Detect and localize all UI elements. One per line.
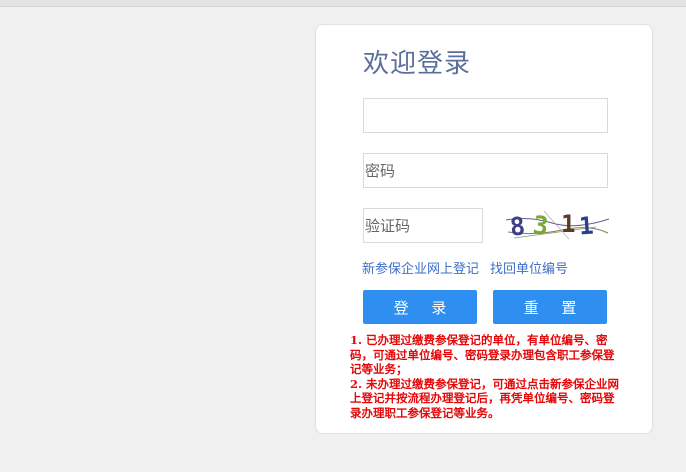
notice-item-1: 1. 已办理过缴费参保登记的单位，有单位编号、密码，可通过单位编号、密码登录办理… [350, 333, 615, 376]
captcha-image[interactable]: 8 3 1 1 8311 [504, 205, 611, 243]
captcha-char: 8 [508, 211, 526, 241]
reset-button[interactable]: 重 置 [493, 290, 607, 324]
register-link[interactable]: 新参保企业网上登记 [362, 262, 479, 277]
recover-unit-number-link[interactable]: 找回单位编号 [490, 262, 568, 277]
login-button[interactable]: 登 录 [363, 290, 477, 324]
notice-text: 1. 已办理过缴费参保登记的单位，有单位编号、密码，可通过单位编号、密码登录办理… [350, 333, 620, 420]
captcha-char: 1 [561, 210, 575, 238]
login-card: 欢迎登录 8 3 1 1 8311 新参保企业网上登记找回单位编号 登 录 重 … [315, 24, 653, 434]
captcha-char: 1 [578, 212, 594, 241]
top-bar [0, 0, 686, 7]
username-input[interactable] [363, 98, 608, 133]
captcha-input[interactable] [363, 208, 483, 243]
notice-item-2: 2. 未办理过缴费参保登记，可通过点击新参保企业网上登记并按流程办理登记后，再凭… [350, 376, 620, 420]
password-input[interactable] [363, 153, 608, 188]
login-title: 欢迎登录 [363, 49, 472, 79]
links-row: 新参保企业网上登记 找回单位编号 [362, 258, 579, 277]
